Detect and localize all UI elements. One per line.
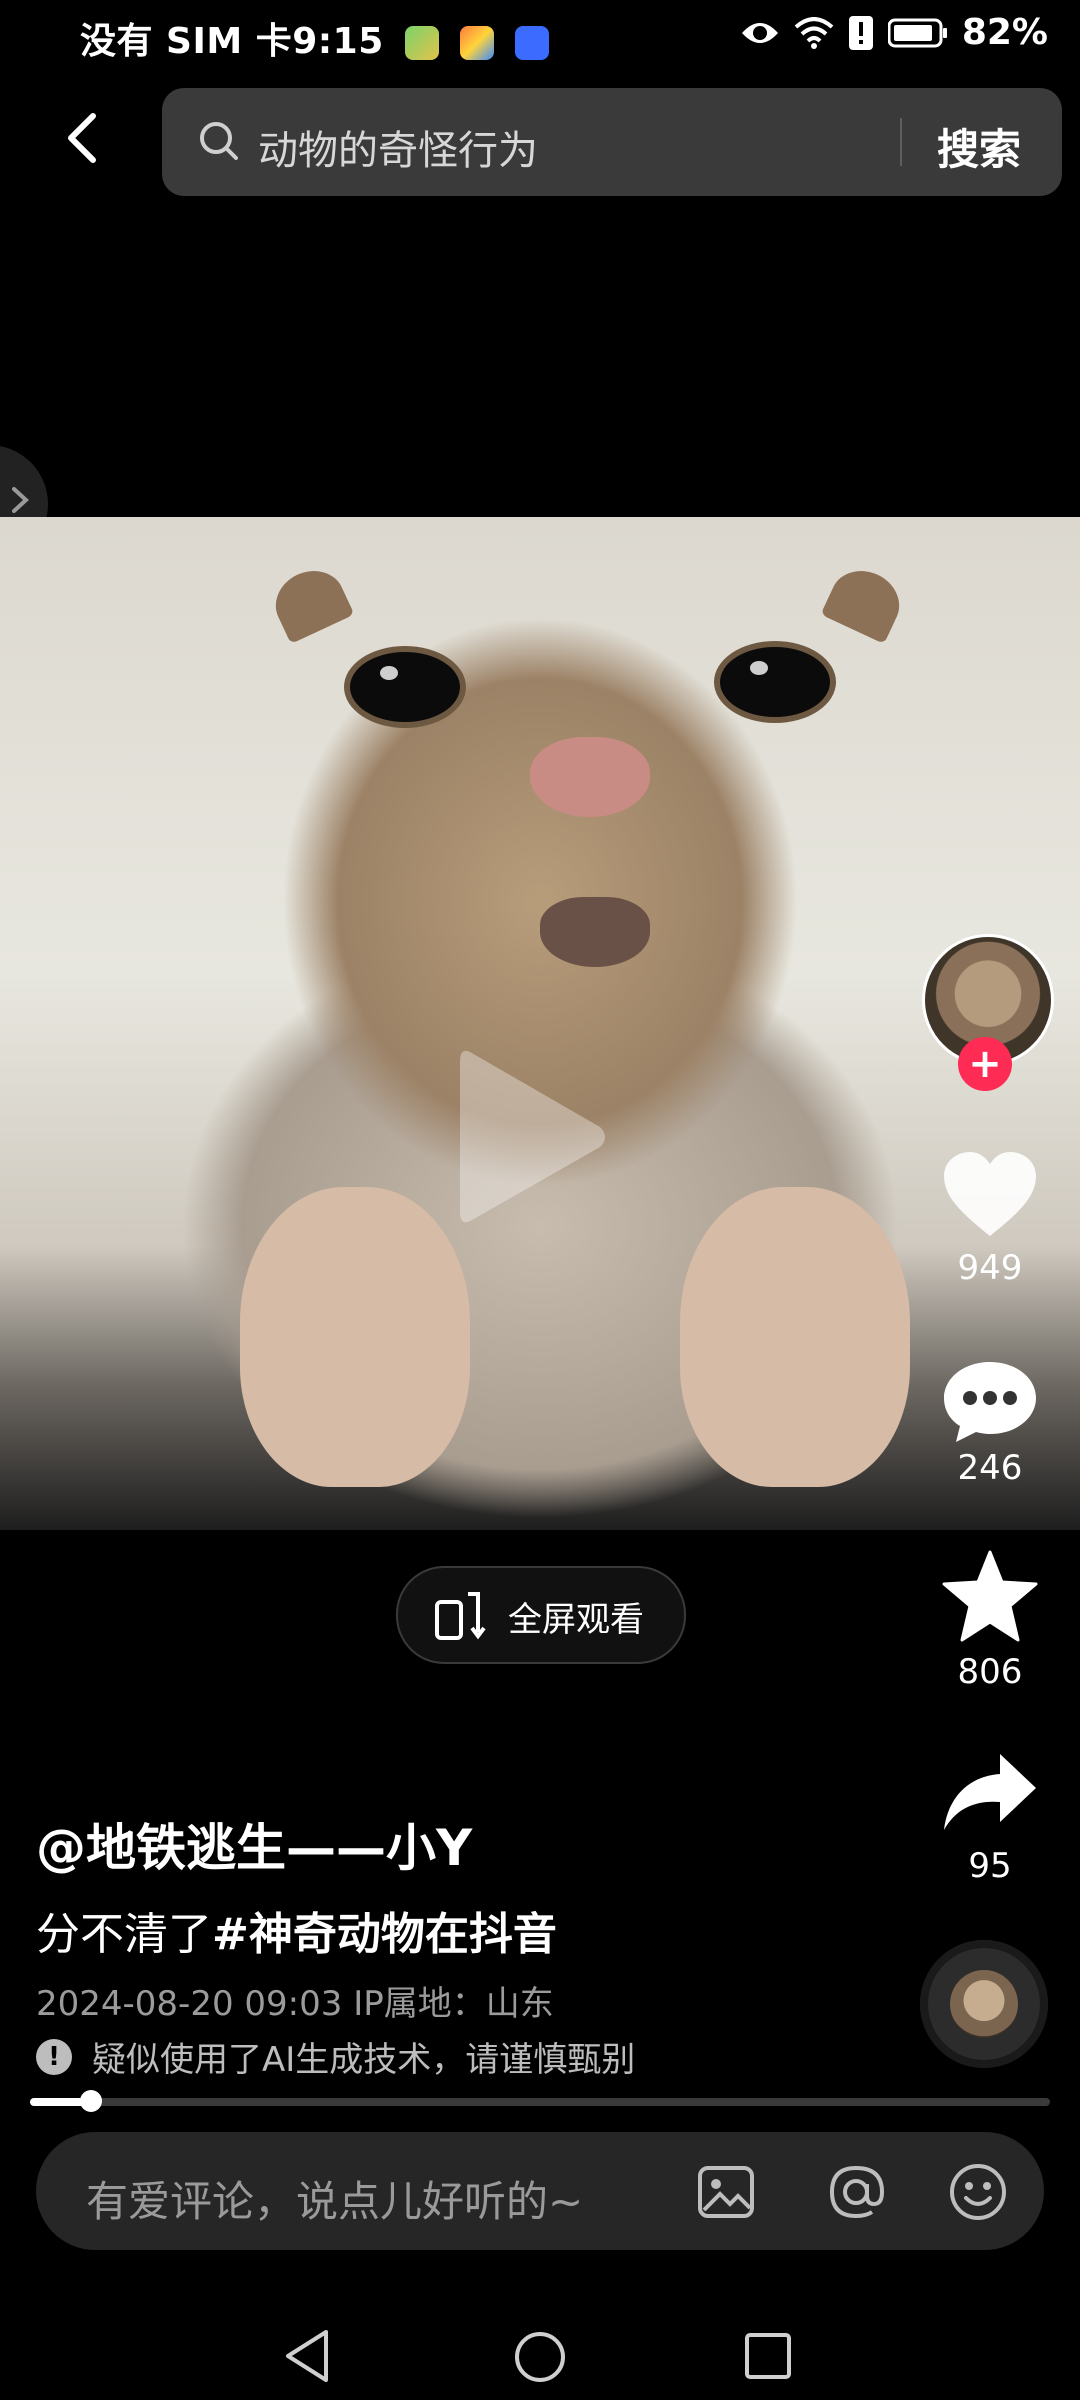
music-cover (950, 1970, 1018, 2038)
eye-icon (741, 22, 778, 43)
description-text: 分不清了 (36, 1909, 212, 1960)
ai-warning-text: 疑似使用了AI生成技术，请谨慎甄别 (92, 2040, 636, 2080)
status-right: 82% (740, 12, 1048, 53)
author-name[interactable]: @地铁逃生——小Y (36, 1808, 472, 1880)
share-count: 95 (968, 1846, 1012, 1886)
sim-alert-icon (848, 15, 873, 50)
post-description: 分不清了#神奇动物在抖音 (36, 1898, 557, 1962)
play-icon[interactable] (450, 1042, 610, 1232)
search-icon (200, 122, 238, 160)
follow-plus-button[interactable]: + (958, 1037, 1012, 1091)
store-app-icon (459, 26, 494, 60)
hamster-mouth (540, 897, 650, 967)
action-column: + 949 246 806 95 (900, 930, 1080, 2080)
comment-bar[interactable]: 有爱评论，说点儿好听的~ (36, 2132, 1044, 2250)
image-icon[interactable] (696, 2162, 756, 2222)
hamster-ear-left (265, 560, 355, 644)
video-progress-bar[interactable] (30, 2090, 1050, 2112)
hamster-paw-right (680, 1187, 910, 1487)
star-icon[interactable] (942, 1550, 1038, 1642)
battery-icon (887, 18, 947, 47)
music-app-icon (514, 26, 549, 60)
fullscreen-label: 全屏观看 (508, 1600, 644, 1640)
fullscreen-button[interactable]: 全屏观看 (396, 1566, 686, 1664)
hashtag-link[interactable]: #神奇动物在抖音 (212, 1909, 557, 1960)
post-meta: 2024-08-20 09:03 IP属地：山东 (36, 1984, 554, 2024)
system-nav-bar (0, 2300, 1080, 2400)
mention-at-icon[interactable] (826, 2162, 886, 2222)
nav-back-icon[interactable] (282, 2328, 332, 2384)
game-app-icon (404, 26, 439, 60)
status-bar: 没有 SIM 卡9:15 82% (0, 0, 1080, 70)
warning-icon: ! (36, 2038, 72, 2075)
search-input[interactable]: 动物的奇怪行为 (258, 118, 538, 176)
battery-percent: 82% (961, 12, 1048, 53)
favorite-count: 806 (957, 1652, 1023, 1692)
search-header: 动物的奇怪行为 搜索 (0, 88, 1080, 198)
search-box[interactable]: 动物的奇怪行为 搜索 (162, 88, 1062, 196)
chevron-right-icon (12, 487, 29, 513)
hamster-ear-right (820, 560, 910, 644)
progress-handle[interactable] (80, 2090, 103, 2112)
search-button[interactable]: 搜索 (937, 116, 1021, 177)
comment-bubble-icon[interactable] (940, 1358, 1040, 1446)
share-arrow-icon[interactable] (940, 1750, 1040, 1832)
comment-input[interactable]: 有爱评论，说点儿好听的~ (86, 2168, 583, 2229)
like-heart-icon[interactable] (940, 1150, 1040, 1240)
wifi-icon (794, 16, 834, 49)
music-disc[interactable] (920, 1940, 1048, 2068)
like-count: 949 (957, 1248, 1023, 1288)
rotate-screen-icon (435, 1592, 486, 1640)
back-arrow-icon[interactable] (55, 108, 115, 168)
hamster-nose (530, 737, 650, 817)
hamster-paw-left (240, 1187, 470, 1487)
emoji-icon[interactable] (948, 2162, 1008, 2222)
hamster-eye-left (350, 652, 460, 722)
nav-home-icon[interactable] (513, 2330, 567, 2384)
status-left: 没有 SIM 卡9:15 (80, 12, 549, 64)
comment-count: 246 (957, 1448, 1023, 1488)
hamster-eye-right (720, 647, 830, 717)
ai-warning: ! 疑似使用了AI生成技术，请谨慎甄别 (36, 2032, 635, 2081)
nav-recents-icon[interactable] (744, 2332, 792, 2380)
search-divider (900, 118, 902, 166)
carrier-time: 没有 SIM 卡9:15 (80, 21, 384, 62)
